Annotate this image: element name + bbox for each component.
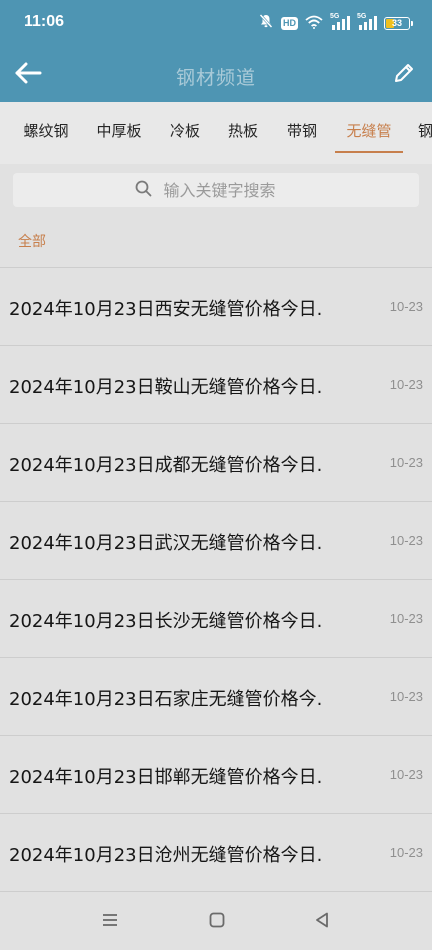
news-date: 10-23	[389, 533, 423, 548]
5g-signal-icon: 5G	[357, 13, 377, 31]
title-bar: 钢材频道	[0, 48, 432, 102]
tab-steel[interactable]: 钢	[418, 102, 432, 164]
list-item[interactable]: 2024年10月23日鞍山无缝管价格今日. 10-23	[0, 346, 432, 424]
menu-button[interactable]	[95, 910, 125, 934]
tab-seamless-pipe[interactable]: 无缝管	[335, 102, 403, 164]
news-list: 2024年10月23日西安无缝管价格今日. 10-23 2024年10月23日鞍…	[0, 268, 432, 892]
list-item[interactable]: 2024年10月23日西安无缝管价格今日. 10-23	[0, 268, 432, 346]
list-item[interactable]: 2024年10月23日武汉无缝管价格今日. 10-23	[0, 502, 432, 580]
page-title: 钢材频道	[175, 67, 256, 89]
news-date: 10-23	[389, 299, 423, 314]
search-box[interactable]	[13, 173, 419, 207]
back-nav-button[interactable]	[307, 910, 337, 934]
list-item[interactable]: 2024年10月23日长沙无缝管价格今日. 10-23	[0, 580, 432, 658]
news-title: 2024年10月23日西安无缝管价格今日.	[9, 299, 323, 320]
battery-level: 33	[391, 18, 402, 28]
list-item[interactable]: 2024年10月23日沧州无缝管价格今日. 10-23	[0, 814, 432, 892]
news-title: 2024年10月23日武汉无缝管价格今日.	[9, 533, 323, 554]
tab-medium-plate[interactable]: 中厚板	[90, 102, 148, 164]
edit-button[interactable]	[388, 60, 420, 90]
status-icons: HD 5G 5G 33	[258, 13, 413, 33]
news-title: 2024年10月23日成都无缝管价格今日.	[9, 455, 323, 476]
home-button[interactable]	[202, 910, 232, 934]
system-nav-bar	[0, 894, 432, 950]
news-date: 10-23	[389, 689, 423, 704]
news-date: 10-23	[389, 377, 423, 392]
battery-tip	[411, 20, 413, 26]
news-title: 2024年10月23日石家庄无缝管价格今.	[9, 689, 323, 710]
tab-strip-steel[interactable]: 带钢	[280, 102, 324, 164]
search-area	[0, 164, 432, 216]
news-title: 2024年10月23日长沙无缝管价格今日.	[9, 611, 323, 632]
status-bar: 11:06 HD 5G 5G 33	[0, 0, 432, 48]
hd-icon: HD	[281, 16, 298, 30]
active-tab-indicator	[335, 151, 403, 153]
search-input[interactable]	[161, 179, 298, 201]
news-title: 2024年10月23日沧州无缝管价格今日.	[9, 845, 323, 866]
tab-screw-steel[interactable]: 螺纹钢	[14, 102, 78, 164]
status-time: 11:06	[24, 13, 65, 30]
wifi-icon	[305, 14, 323, 33]
battery-icon: 33	[384, 16, 413, 30]
menu-icon	[101, 912, 119, 932]
5g-signal-icon: 5G	[330, 13, 350, 31]
category-tabs: 螺纹钢 中厚板 冷板 热板 带钢 无缝管 钢	[0, 102, 432, 164]
news-title: 2024年10月23日鞍山无缝管价格今日.	[9, 377, 323, 398]
filter-all[interactable]: 全部	[18, 231, 46, 251]
news-date: 10-23	[389, 845, 423, 860]
list-item[interactable]: 2024年10月23日石家庄无缝管价格今. 10-23	[0, 658, 432, 736]
list-item[interactable]: 2024年10月23日成都无缝管价格今日. 10-23	[0, 424, 432, 502]
mute-bell-icon	[258, 13, 274, 33]
list-item[interactable]: 2024年10月23日邯郸无缝管价格今日. 10-23	[0, 736, 432, 814]
news-date: 10-23	[389, 767, 423, 782]
search-icon	[135, 180, 152, 201]
news-date: 10-23	[389, 455, 423, 470]
tab-cold-plate[interactable]: 冷板	[163, 102, 207, 164]
filter-row: 全部	[0, 216, 432, 268]
back-triangle-icon	[313, 911, 331, 933]
home-square-icon	[208, 911, 226, 933]
news-date: 10-23	[389, 611, 423, 626]
pencil-icon	[392, 61, 416, 89]
tab-hot-plate[interactable]: 热板	[221, 102, 265, 164]
news-title: 2024年10月23日邯郸无缝管价格今日.	[9, 767, 323, 788]
